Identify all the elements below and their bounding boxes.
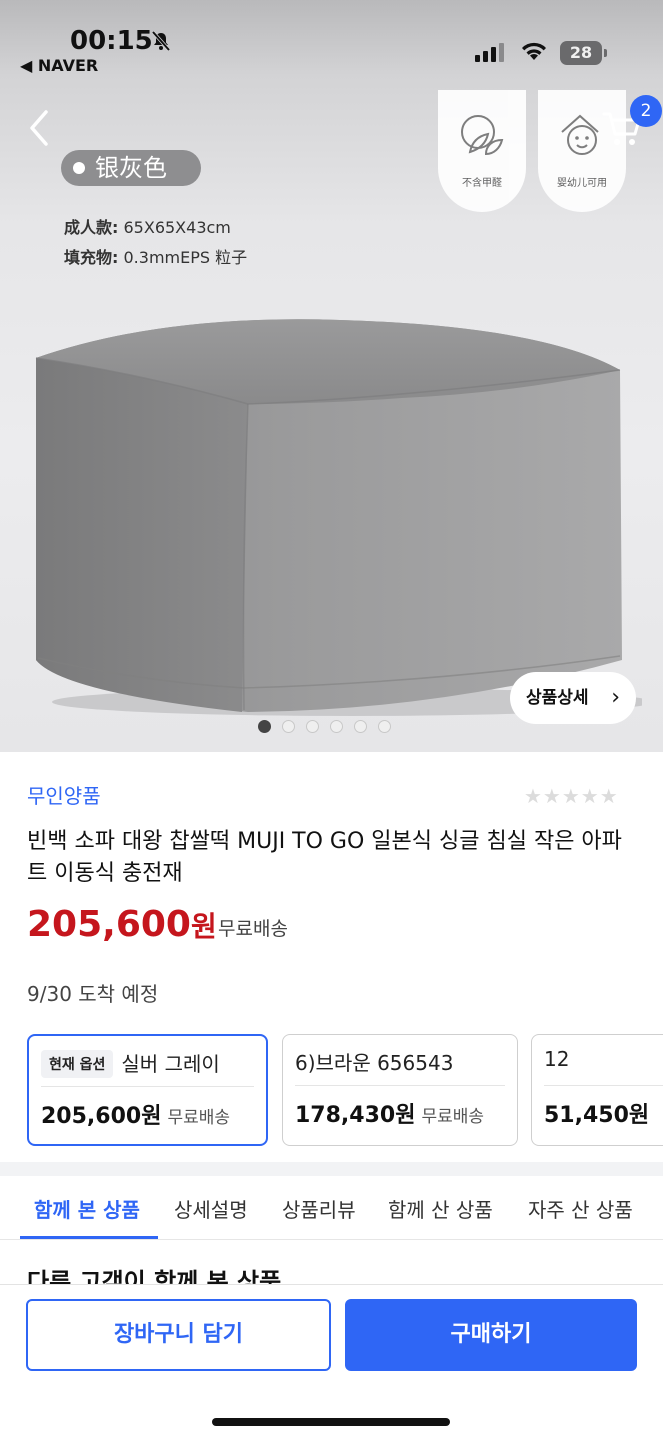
option-divider <box>295 1085 505 1086</box>
option-price-row: 51,450원 <box>544 1097 649 1129</box>
option-price-row: 205,600원 무료배송 <box>41 1098 230 1130</box>
back-to-app-link[interactable]: ◀ NAVER <box>20 56 98 75</box>
bell-muted-icon <box>151 30 171 52</box>
product-price: 205,600원 <box>27 904 217 945</box>
option-shipping: 무료배송 <box>167 1108 231 1128</box>
spec-filling-value: 0.3mmEPS 粒子 <box>123 248 248 267</box>
spec-size-label: 成人款: <box>64 218 119 237</box>
product-title: 빈백 소파 대왕 찹쌀떡 MUJI TO GO 일본식 싱글 침실 작은 아파트… <box>27 829 622 886</box>
active-tab-indicator <box>20 1236 158 1239</box>
carousel-pagination <box>258 718 402 733</box>
back-arrow-icon[interactable] <box>22 104 62 152</box>
color-label: 银灰色 <box>95 154 167 182</box>
carousel-dot-6[interactable] <box>378 720 391 733</box>
product-page: 00:15 ◀ NAVER 28 不含甲醛 婴幼儿可用 2 银灰色 成人款: 6… <box>0 0 663 1440</box>
tab-reviews[interactable]: 상품리뷰 <box>282 1194 356 1223</box>
tab-viewed-together[interactable]: 함께 본 상품 <box>34 1194 140 1223</box>
option-name: 6)브라운 656543 <box>295 1051 454 1075</box>
buy-now-button[interactable]: 구매하기 <box>345 1299 637 1371</box>
price-value: 205,600 <box>27 904 191 945</box>
product-detail-button[interactable]: 상품상세 › <box>510 672 636 724</box>
option-name: 실버 그레이 <box>121 1052 220 1076</box>
carousel-dot-5[interactable] <box>354 720 367 733</box>
spec-size-value: 65X65X43cm <box>123 218 231 237</box>
color-label-tag: 银灰色 <box>61 150 201 186</box>
tab-frequently-bought[interactable]: 자주 산 상품 <box>528 1194 633 1223</box>
tab-description[interactable]: 상세설명 <box>174 1194 248 1223</box>
status-bar: 00:15 ◀ NAVER 28 <box>0 0 663 92</box>
option-price: 51,450원 <box>544 1103 650 1128</box>
no-formaldehyde-badge: 不含甲醛 <box>438 90 526 212</box>
battery-level: 28 <box>560 41 602 65</box>
option-divider <box>41 1086 254 1087</box>
carousel-dot-4[interactable] <box>330 720 343 733</box>
option-price-row: 178,430원 무료배송 <box>295 1097 484 1129</box>
cellular-signal-icon <box>475 43 504 62</box>
carousel-dot-2[interactable] <box>282 720 295 733</box>
shipping-label: 무료배송 <box>218 918 288 940</box>
section-heading: 다른 고객이 함께 본 상품 <box>27 1268 282 1284</box>
home-indicator[interactable] <box>212 1418 450 1426</box>
wifi-icon <box>522 42 546 60</box>
section-divider <box>0 1162 663 1176</box>
purchase-bar: 장바구니 담기 구매하기 <box>0 1284 663 1440</box>
option-carousel[interactable]: 현재 옵션 실버 그레이 205,600원 무료배송 6)브라운 656543 17… <box>27 1034 663 1146</box>
current-option-tag: 현재 옵션 <box>41 1050 114 1078</box>
option-card-brown[interactable]: 6)브라운 656543 178,430원 무료배송 <box>282 1034 518 1146</box>
beanbag-product-image <box>35 319 642 716</box>
spec-size: 成人款: 65X65X43cm <box>64 214 231 238</box>
option-card-silver-gray[interactable]: 현재 옵션 실버 그레이 205,600원 무료배송 <box>27 1034 268 1146</box>
option-name-row: 현재 옵션 실버 그레이 <box>41 1048 220 1078</box>
spec-filling-label: 填充物: <box>64 248 119 267</box>
spec-filling: 填充物: 0.3mmEPS 粒子 <box>64 244 247 268</box>
carousel-dot-3[interactable] <box>306 720 319 733</box>
color-dot <box>73 162 85 174</box>
arrival-estimate: 9/30 도착 예정 <box>27 982 159 1006</box>
battery-terminal <box>604 49 607 57</box>
option-card-12[interactable]: 12 51,450원 <box>531 1034 663 1146</box>
option-name: 12 <box>544 1047 570 1071</box>
chevron-right-icon: › <box>611 685 620 710</box>
product-detail-label: 상품상세 <box>526 688 589 708</box>
status-time: 00:15 <box>70 26 153 56</box>
badge-label: 婴幼儿可用 <box>557 178 607 189</box>
option-divider <box>544 1085 663 1086</box>
option-price: 205,600원 <box>41 1104 162 1129</box>
rating-stars: ★★★★★ <box>524 784 619 808</box>
cart-count-badge: 2 <box>630 95 662 127</box>
badge-label: 不含甲醛 <box>462 178 502 189</box>
detail-tabs: 함께 본 상품 상세설명 상품리뷰 함께 산 상품 자주 산 상품 <box>0 1176 663 1240</box>
carousel-dot-1[interactable] <box>258 720 271 733</box>
product-image-carousel[interactable]: 00:15 ◀ NAVER 28 不含甲醛 婴幼儿可用 2 银灰色 成人款: 6… <box>0 0 663 752</box>
option-price: 178,430원 <box>295 1103 416 1128</box>
price-currency: 원 <box>190 910 217 943</box>
add-to-cart-button[interactable]: 장바구니 담기 <box>26 1299 331 1371</box>
brand-link[interactable]: 무인양품 <box>27 780 101 809</box>
leaf-icon <box>461 115 504 156</box>
option-shipping: 무료배송 <box>421 1107 485 1127</box>
tab-bought-together[interactable]: 함께 산 상품 <box>388 1194 493 1223</box>
